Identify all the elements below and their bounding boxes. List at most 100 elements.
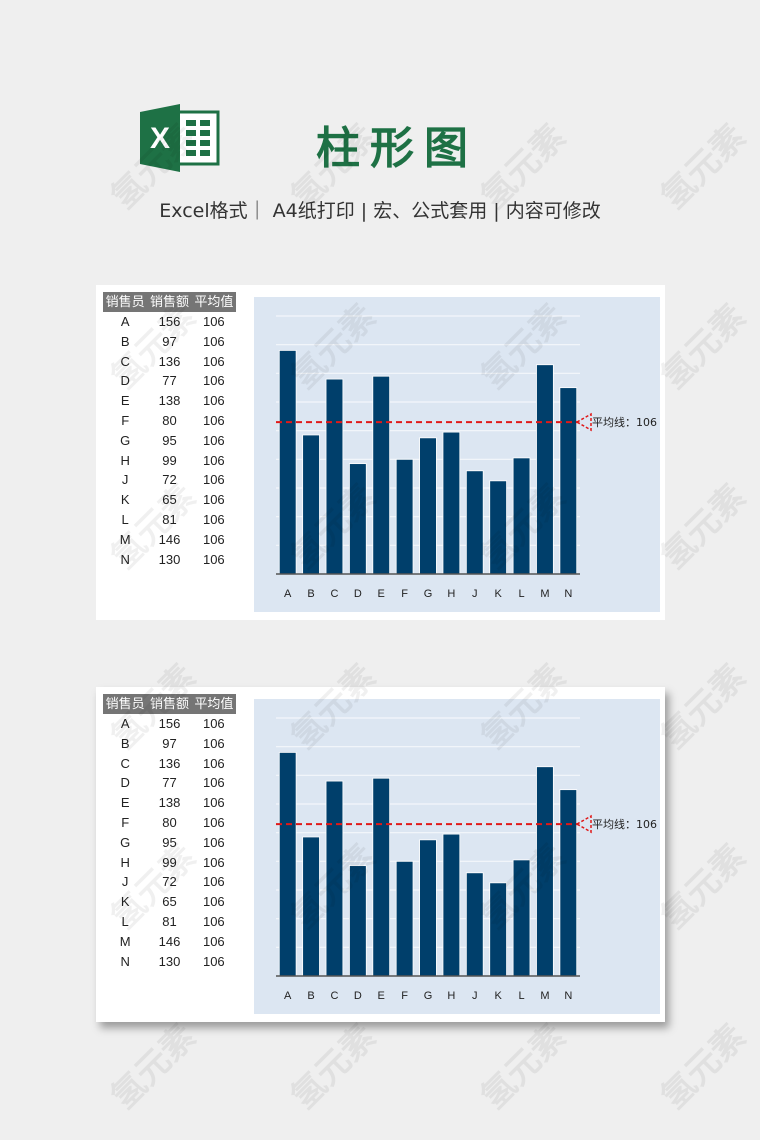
table-cell: J xyxy=(121,472,129,488)
table-cell: 146 xyxy=(158,933,181,949)
table-cell: H xyxy=(120,854,130,870)
bar xyxy=(512,457,531,575)
table-cell: 130 xyxy=(158,953,181,969)
x-tick-label: E xyxy=(378,588,385,600)
average-marker-icon xyxy=(575,814,592,834)
table-cell: 106 xyxy=(202,373,225,389)
bar xyxy=(465,470,484,575)
table-row: M 146 106 xyxy=(103,932,236,952)
table-row: L 81 106 xyxy=(103,510,236,530)
bar xyxy=(325,378,344,575)
table-cell: B xyxy=(120,735,130,751)
watermark: 氢元素 xyxy=(283,1016,384,1118)
x-tick-label: D xyxy=(354,990,362,1002)
table-cell: 99 xyxy=(162,452,177,468)
column-header: 平均值 xyxy=(194,294,234,309)
table-cell: G xyxy=(120,834,131,850)
chart-panel-1: 销售员 销售额 平均值 A 156 106 B 97 106 C 136 106 D 77 106 E 138 1… xyxy=(96,285,665,620)
table-row: B 97 106 xyxy=(103,332,236,352)
bar xyxy=(349,463,367,575)
bar-chart: A B C D E F G H J K L M N 平均线：106 xyxy=(254,297,660,612)
table-cell: 138 xyxy=(158,393,181,409)
column-header: 平均值 xyxy=(194,696,234,711)
table-cell: 136 xyxy=(158,755,181,771)
data-table: 销售员 销售额 平均值 A 156 106 B 97 106 C 136 106 D 77 106 E 138 1… xyxy=(103,694,236,971)
x-tick-label: C xyxy=(330,990,338,1002)
table-cell: 106 xyxy=(202,854,225,870)
table-cell: F xyxy=(121,814,130,830)
bar xyxy=(349,865,367,977)
table-row: K 65 106 xyxy=(103,892,236,912)
page-title: 柱形图 xyxy=(316,123,478,174)
table-row: G 95 106 xyxy=(103,431,236,451)
table-row: J 72 106 xyxy=(103,872,236,892)
bar xyxy=(372,375,391,575)
watermark: 氢元素 xyxy=(103,1016,204,1118)
table-cell: A xyxy=(120,314,130,329)
table-cell: 106 xyxy=(202,953,225,969)
table-row: C 136 106 xyxy=(103,754,236,774)
bar xyxy=(395,458,414,575)
table-cell: J xyxy=(121,874,129,890)
table-row: C 136 106 xyxy=(103,352,236,372)
bar xyxy=(559,387,578,575)
table-cell: 106 xyxy=(202,795,225,811)
table-row: J 72 106 xyxy=(103,470,236,490)
table-cell: 65 xyxy=(162,492,177,508)
x-tick-label: A xyxy=(284,588,292,600)
x-tick-label: B xyxy=(307,990,314,1002)
table-header: 销售员 销售额 平均值 xyxy=(103,292,236,312)
table-cell: C xyxy=(120,755,130,771)
average-label: 平均线：106 xyxy=(592,817,657,831)
table-cell: H xyxy=(120,452,130,468)
table-cell: 106 xyxy=(202,511,225,527)
table-row: E 138 106 xyxy=(103,793,236,813)
x-tick-label: C xyxy=(330,588,338,600)
x-tick-label: F xyxy=(401,990,408,1002)
table-cell: 106 xyxy=(202,894,225,910)
bar xyxy=(442,833,461,977)
chart-panel-2: 销售员 销售额 平均值 A 156 106 B 97 106 C 136 106 D 77 106 E 138 1… xyxy=(96,687,665,1022)
table-cell: 130 xyxy=(158,551,181,567)
x-tick-label: K xyxy=(494,990,502,1002)
table-cell: 80 xyxy=(162,412,177,428)
table-cell: N xyxy=(120,551,130,567)
table-header: 销售员 销售额 平均值 xyxy=(103,694,236,714)
x-tick-label: N xyxy=(564,588,572,600)
table-cell: E xyxy=(120,795,130,811)
logo-letter: X xyxy=(150,122,170,155)
bar xyxy=(489,882,507,977)
table-cell: 72 xyxy=(162,472,177,488)
column-header: 销售员 xyxy=(105,696,145,711)
table-cell: 106 xyxy=(202,333,225,349)
average-label: 平均线：106 xyxy=(592,415,657,429)
table-cell: 99 xyxy=(162,854,177,870)
x-tick-label: A xyxy=(284,990,292,1002)
page-subtitle: Excel格式｜ A4纸打印 | 宏、公式套用 | 内容可修改 xyxy=(159,200,601,222)
bar xyxy=(512,859,531,977)
data-table: 销售员 销售额 平均值 A 156 106 B 97 106 C 136 106 D 77 106 E 138 1… xyxy=(103,292,236,569)
x-tick-label: D xyxy=(354,588,362,600)
table-row: H 99 106 xyxy=(103,451,236,471)
table-cell: 106 xyxy=(202,755,225,771)
table-cell: G xyxy=(120,432,131,448)
x-tick-label: J xyxy=(472,990,478,1002)
average-marker-icon xyxy=(575,412,592,432)
x-tick-label: J xyxy=(472,588,478,600)
table-cell: 136 xyxy=(158,353,181,369)
table-cell: 106 xyxy=(202,933,225,949)
table-cell: F xyxy=(121,412,130,428)
bar xyxy=(419,839,437,977)
table-cell: 106 xyxy=(202,551,225,567)
table-row: E 138 106 xyxy=(103,391,236,411)
excel-logo-icon: X xyxy=(140,104,220,172)
table-cell: 80 xyxy=(162,814,177,830)
x-tick-label: G xyxy=(424,588,433,600)
watermark: 氢元素 xyxy=(473,1016,574,1118)
bar xyxy=(536,364,554,575)
table-cell: N xyxy=(120,953,130,969)
bar xyxy=(559,789,578,977)
table-row: F 80 106 xyxy=(103,813,236,833)
table-row: G 95 106 xyxy=(103,833,236,853)
table-cell: 156 xyxy=(158,314,181,329)
